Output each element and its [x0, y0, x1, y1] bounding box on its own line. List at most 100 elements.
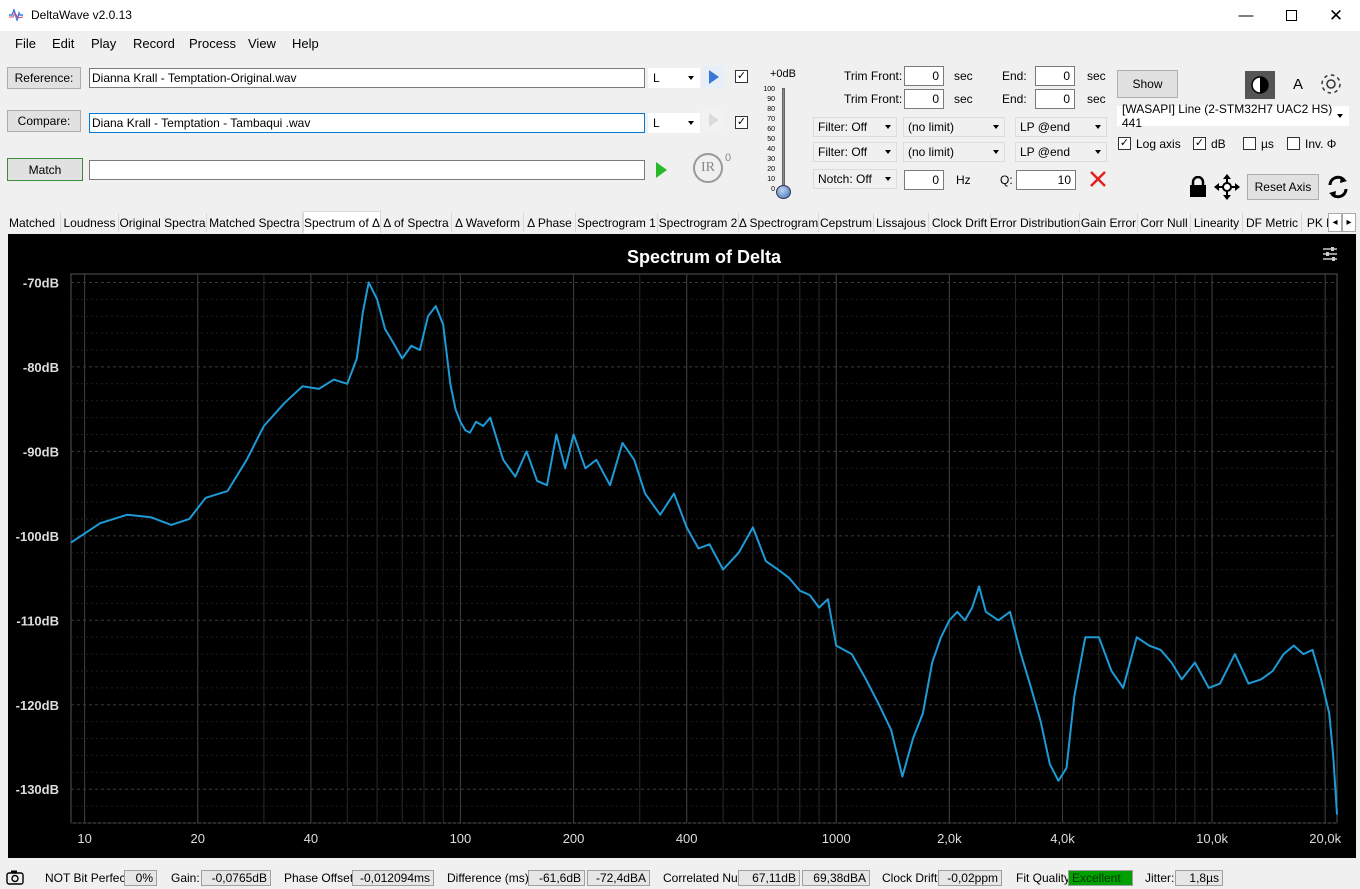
tab-10[interactable]: Δ Spectrogram — [739, 213, 819, 232]
x-tick-label: 400 — [676, 831, 698, 846]
reference-channel-select[interactable]: L — [648, 68, 700, 88]
settings-gear-icon[interactable] — [1318, 71, 1344, 97]
lock-icon[interactable] — [1188, 176, 1208, 198]
menu-view[interactable]: View — [248, 36, 276, 51]
tab-scroll-right-icon[interactable]: ▸ — [1342, 213, 1356, 232]
compare-file-input[interactable]: Diana Krall - Temptation - Tambaqui .wav — [89, 113, 645, 133]
clear-filter-icon[interactable] — [1088, 169, 1108, 189]
show-button[interactable]: Show — [1117, 70, 1178, 98]
tab-5[interactable]: Δ of Spectra — [381, 213, 452, 232]
compare-enable-checkbox[interactable]: ✓ — [735, 116, 748, 129]
tab-14[interactable]: Error Distribution — [991, 213, 1080, 232]
tab-17[interactable]: Linearity — [1191, 213, 1243, 232]
menu-help[interactable]: Help — [292, 36, 319, 51]
tab-7[interactable]: Δ Phase — [524, 213, 576, 232]
pan-move-icon[interactable] — [1214, 174, 1240, 200]
y-tick-label: -90dB — [23, 444, 59, 459]
menu-file[interactable]: File — [15, 36, 36, 51]
cmp-trim-end-input[interactable]: 0 — [1035, 89, 1075, 109]
reference-button[interactable]: Reference: — [7, 67, 81, 89]
correlated-null-dba: 69,38dBA — [802, 870, 870, 886]
impulse-response-button[interactable]: IR — [693, 153, 723, 183]
reset-axis-button[interactable]: Reset Axis — [1247, 174, 1319, 200]
tab-13[interactable]: Clock Drift — [929, 213, 991, 232]
fit-quality-value: Excellent — [1068, 870, 1133, 886]
audio-device-select[interactable]: [WASAPI] Line (2-STM32H7 UAC2 HS) 441 — [1117, 102, 1349, 130]
screenshot-camera-icon[interactable] — [6, 869, 24, 885]
reference-channel-value: L — [653, 71, 660, 85]
play-match-icon[interactable] — [651, 159, 671, 181]
ir-label: IR — [701, 160, 715, 175]
tab-18[interactable]: DF Metric — [1243, 213, 1302, 232]
phase-offset-value: -0,012094ms — [352, 870, 434, 886]
log-axis-checkbox[interactable]: ✓ — [1118, 137, 1131, 150]
limit1-value: (no limit) — [908, 120, 955, 134]
tab-scroll-left-icon[interactable]: ◂ — [1328, 213, 1342, 232]
us-label: µs — [1261, 137, 1274, 151]
match-progress-bar — [89, 160, 645, 180]
maximize-icon[interactable] — [1268, 0, 1314, 31]
invert-phase-checkbox[interactable] — [1287, 137, 1300, 150]
us-checkbox[interactable] — [1243, 137, 1256, 150]
lp1-select[interactable]: LP @end — [1015, 117, 1107, 137]
x-tick-label: 100 — [450, 831, 472, 846]
theme-toggle-icon[interactable] — [1245, 71, 1275, 99]
tab-2[interactable]: Original Spectra — [119, 213, 207, 232]
spectrum-chart[interactable]: 10 20 40 100 200 400 1000 2,0k 4,0k 10,0k 20,0k -70… — [8, 234, 1356, 858]
reference-file-input[interactable]: Dianna Krall - Temptation-Original.wav — [89, 68, 645, 88]
close-icon[interactable]: ✕ — [1313, 0, 1359, 31]
limit2-select[interactable]: (no limit) — [903, 142, 1005, 162]
tab-15[interactable]: Gain Error — [1080, 213, 1138, 232]
tab-0[interactable]: Matched — [4, 213, 61, 232]
ref-trim-end-input[interactable]: 0 — [1035, 66, 1075, 86]
volume-slider-thumb[interactable] — [776, 185, 791, 199]
tab-1[interactable]: Loudness — [61, 213, 119, 232]
trim-end-unit: sec — [1087, 69, 1106, 83]
volume-tick-label: 50 — [767, 136, 775, 143]
cmp-trim-end-unit: sec — [1087, 92, 1106, 106]
gain-value: -0,0765dB — [201, 870, 271, 886]
compare-channel-select[interactable]: L — [648, 113, 700, 133]
filter2-select[interactable]: Filter: Off — [813, 142, 897, 162]
tab-12[interactable]: Lissajous — [874, 213, 929, 232]
match-button[interactable]: Match — [7, 158, 83, 181]
correlated-null-label: Correlated Null: — [663, 871, 747, 885]
audio-device-value: [WASAPI] Line (2-STM32H7 UAC2 HS) 441 — [1122, 102, 1333, 130]
tab-16[interactable]: Corr Null — [1138, 213, 1191, 232]
limit2-value: (no limit) — [908, 145, 955, 159]
menu-edit[interactable]: Edit — [52, 36, 74, 51]
refresh-icon[interactable] — [1326, 174, 1350, 200]
tab-8[interactable]: Spectrogram 1 — [576, 213, 658, 232]
y-tick-label: -70dB — [23, 275, 59, 290]
tab-4[interactable]: Spectrum of Δ — [303, 211, 381, 233]
menu-record[interactable]: Record — [133, 36, 175, 51]
x-tick-label: 20,0k — [1309, 831, 1341, 846]
plot-settings-icon[interactable] — [1321, 245, 1339, 263]
clock-drift-value: -0,02ppm — [938, 870, 1002, 886]
tab-11[interactable]: Cepstrum — [819, 213, 874, 232]
notch-frequency-input[interactable]: 0 — [904, 170, 944, 190]
lp2-select[interactable]: LP @end — [1015, 142, 1107, 162]
volume-scale: 100 90 80 70 60 50 40 30 20 10 0 — [757, 86, 777, 196]
font-size-button[interactable]: A — [1293, 76, 1303, 93]
filter1-select[interactable]: Filter: Off — [813, 117, 897, 137]
cmp-trim-front-input[interactable]: 0 — [904, 89, 944, 109]
tab-3[interactable]: Matched Spectra — [207, 213, 303, 232]
menu-process[interactable]: Process — [189, 36, 236, 51]
play-compare-icon[interactable] — [702, 109, 724, 131]
db-checkbox[interactable]: ✓ — [1193, 137, 1206, 150]
ref-trim-front-input[interactable]: 0 — [904, 66, 944, 86]
q-input[interactable]: 10 — [1016, 170, 1076, 190]
notch-select[interactable]: Notch: Off — [813, 169, 897, 189]
log-axis-label: Log axis — [1136, 137, 1181, 151]
limit1-select[interactable]: (no limit) — [903, 117, 1005, 137]
menu-play[interactable]: Play — [91, 36, 116, 51]
notch-unit: Hz — [956, 173, 971, 187]
tab-6[interactable]: Δ Waveform — [452, 213, 524, 232]
tab-9[interactable]: Spectrogram 2 — [658, 213, 739, 232]
minimize-icon[interactable]: — — [1223, 0, 1269, 31]
volume-tick-label: 10 — [767, 176, 775, 183]
compare-button[interactable]: Compare: — [7, 110, 81, 132]
play-reference-icon[interactable] — [702, 66, 724, 88]
reference-enable-checkbox[interactable]: ✓ — [735, 70, 748, 83]
